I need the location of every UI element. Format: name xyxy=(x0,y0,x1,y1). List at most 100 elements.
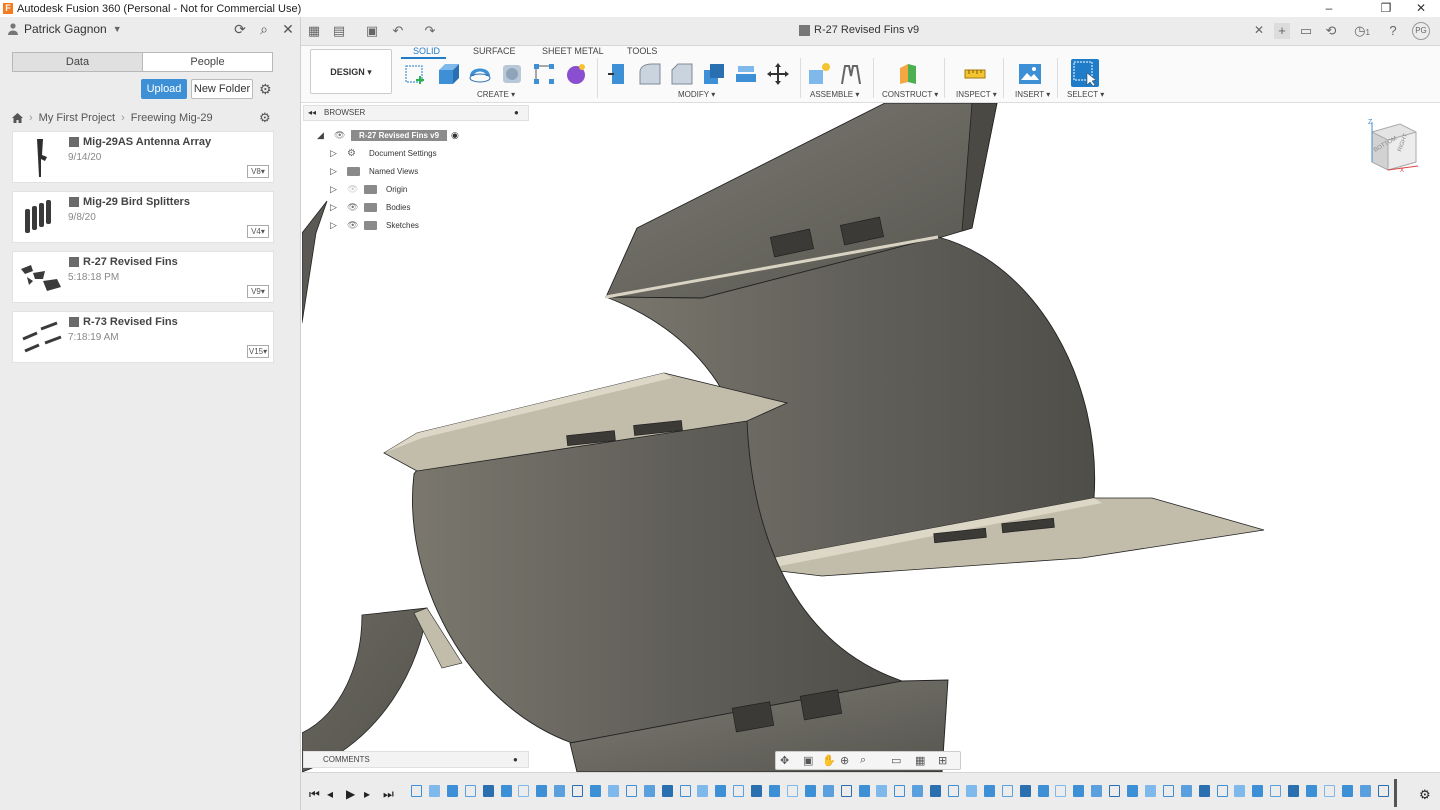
timeline-feature-icon[interactable] xyxy=(751,785,763,797)
timeline-feature-icon[interactable] xyxy=(1037,785,1049,797)
help-icon[interactable]: ? xyxy=(1385,23,1401,39)
pin-icon[interactable]: ● xyxy=(514,108,519,117)
insert-image-icon[interactable] xyxy=(1018,62,1042,86)
file-card[interactable]: Mig-29AS Antenna Array 9/14/20 V8▾ xyxy=(12,131,274,183)
breadcrumb-project[interactable]: My First Project xyxy=(39,112,115,124)
browser-panel-header[interactable]: ◂◂ BROWSER ● xyxy=(303,105,529,121)
model-render[interactable] xyxy=(302,103,1440,772)
user-name[interactable]: Patrick Gagnon xyxy=(24,22,107,36)
timeline-feature-icon[interactable] xyxy=(1341,785,1353,797)
tab-people[interactable]: People xyxy=(143,53,272,71)
close-panel-icon[interactable]: ✕ xyxy=(281,22,295,36)
timeline-feature-icon[interactable] xyxy=(625,785,637,797)
timeline-feature-icon[interactable] xyxy=(822,785,834,797)
close-window-button[interactable]: ✕ xyxy=(1404,0,1438,17)
tab-tools[interactable]: TOOLS xyxy=(627,46,657,56)
visibility-icon[interactable]: 👁 xyxy=(347,202,358,213)
expand-arrow-icon[interactable]: ▷ xyxy=(330,220,339,230)
browser-item-bodies[interactable]: ▷ 👁 Bodies xyxy=(330,199,413,215)
timeline-feature-icon[interactable] xyxy=(965,785,977,797)
sync-icon[interactable]: ⚙ xyxy=(259,110,271,126)
orbit-icon[interactable]: ✥ xyxy=(780,754,789,767)
fillet-icon[interactable] xyxy=(638,62,662,86)
construct-menu[interactable]: CONSTRUCT ▾ xyxy=(882,90,938,99)
timeline-feature-icon[interactable] xyxy=(643,785,655,797)
visibility-icon[interactable]: 👁 xyxy=(334,130,345,141)
timeline-feature-icon[interactable] xyxy=(697,785,709,797)
timeline-feature-icon[interactable] xyxy=(661,785,673,797)
go-to-end-icon[interactable]: ⏭ xyxy=(383,787,394,802)
tab-surface[interactable]: SURFACE xyxy=(473,46,516,56)
timeline-feature-icon[interactable] xyxy=(715,785,727,797)
select-icon[interactable] xyxy=(1071,59,1099,87)
avatar[interactable]: PG xyxy=(1412,22,1430,40)
expand-arrow-icon[interactable]: ▷ xyxy=(330,202,339,212)
expand-arrow-icon[interactable]: ▷ xyxy=(330,148,339,158)
close-tab-icon[interactable]: ✕ xyxy=(1254,23,1264,37)
fit-icon[interactable]: ⌕ xyxy=(860,754,866,767)
activate-radio-icon[interactable]: ◉ xyxy=(451,130,459,141)
timeline-feature-icon[interactable] xyxy=(876,785,888,797)
timeline-feature-icon[interactable] xyxy=(679,785,691,797)
timeline-feature-icon[interactable] xyxy=(1019,785,1031,797)
timeline-feature-icon[interactable] xyxy=(1306,785,1317,797)
timeline-feature-icon[interactable] xyxy=(1073,785,1085,797)
timeline-feature-icon[interactable] xyxy=(894,785,906,797)
tab-solid[interactable]: SOLID xyxy=(413,46,440,56)
assemble-menu[interactable]: ASSEMBLE ▾ xyxy=(810,90,859,99)
look-at-icon[interactable]: ▣ xyxy=(803,754,813,767)
rectangular-pattern-icon[interactable] xyxy=(532,62,556,86)
expand-arrow-icon[interactable]: ◢ xyxy=(317,130,326,140)
timeline-feature-icon[interactable] xyxy=(1144,785,1156,797)
timeline-feature-icon[interactable] xyxy=(607,785,619,797)
create-sketch-icon[interactable] xyxy=(404,62,428,86)
timeline-feature-icon[interactable] xyxy=(1091,785,1103,797)
restore-button[interactable]: ❐ xyxy=(1369,0,1403,17)
chamfer-icon[interactable] xyxy=(670,62,694,86)
viewcube[interactable]: RIGHT BOTTOM Z X xyxy=(1364,118,1420,174)
comment-icon[interactable]: ▭ xyxy=(1298,23,1314,39)
new-tab-icon[interactable]: + xyxy=(1274,23,1290,39)
timeline-feature-icon[interactable] xyxy=(1323,785,1335,797)
save-icon[interactable]: ▣ xyxy=(364,23,380,39)
timeline-feature-icon[interactable] xyxy=(1216,785,1228,797)
select-menu[interactable]: SELECT ▾ xyxy=(1067,90,1104,99)
version-badge[interactable]: V8▾ xyxy=(247,165,269,178)
file-menu-icon[interactable]: ▤ xyxy=(331,23,347,39)
timeline-feature-icon[interactable] xyxy=(411,785,422,797)
pan-icon[interactable]: ✋ xyxy=(822,754,836,767)
visibility-hidden-icon[interactable]: 👁 xyxy=(347,184,358,195)
browser-item-origin[interactable]: ▷ 👁 Origin xyxy=(330,181,410,197)
modify-menu[interactable]: MODIFY ▾ xyxy=(678,90,715,99)
offset-plane-icon[interactable] xyxy=(896,62,920,86)
root-component-label[interactable]: R-27 Revised Fins v9 xyxy=(351,129,448,141)
new-folder-button[interactable]: New Folder xyxy=(191,79,253,99)
inspect-menu[interactable]: INSPECT ▾ xyxy=(956,90,997,99)
timeline-feature-icon[interactable] xyxy=(590,785,601,797)
timeline-feature-icon[interactable] xyxy=(983,785,995,797)
add-comment-icon[interactable]: ● xyxy=(513,755,518,764)
document-tab[interactable]: R-27 Revised Fins v9 xyxy=(799,24,919,36)
timeline-feature-icon[interactable] xyxy=(554,785,566,797)
timeline-feature-icon[interactable] xyxy=(912,785,924,797)
redo-icon[interactable]: ↷ xyxy=(422,23,438,39)
tab-sheet-metal[interactable]: SHEET METAL xyxy=(542,46,604,56)
chevron-down-icon[interactable]: ▼ xyxy=(113,24,122,34)
go-to-start-icon[interactable]: ⏮ xyxy=(309,787,320,802)
step-forward-icon[interactable]: ▸ xyxy=(364,787,370,801)
expand-arrow-icon[interactable]: ▷ xyxy=(330,184,339,194)
create-form-icon[interactable] xyxy=(564,62,588,86)
refresh-icon[interactable]: ⟳ xyxy=(233,22,247,36)
timeline-feature-icon[interactable] xyxy=(500,785,512,797)
timeline-feature-icon[interactable] xyxy=(572,785,584,797)
timeline-feature-icon[interactable] xyxy=(428,785,440,797)
grid-menu-icon[interactable]: ▦ xyxy=(306,23,322,39)
breadcrumb-folder[interactable]: Freewing Mig-29 xyxy=(131,112,213,124)
tab-data[interactable]: Data xyxy=(13,53,143,71)
timeline-feature-icon[interactable] xyxy=(482,785,494,797)
display-settings-icon[interactable]: ▭ xyxy=(891,754,901,767)
timeline-feature-icon[interactable] xyxy=(1180,785,1192,797)
extrude-icon[interactable] xyxy=(436,62,460,86)
timeline-feature-icon[interactable] xyxy=(1127,785,1138,797)
revolve-icon[interactable] xyxy=(468,62,492,86)
